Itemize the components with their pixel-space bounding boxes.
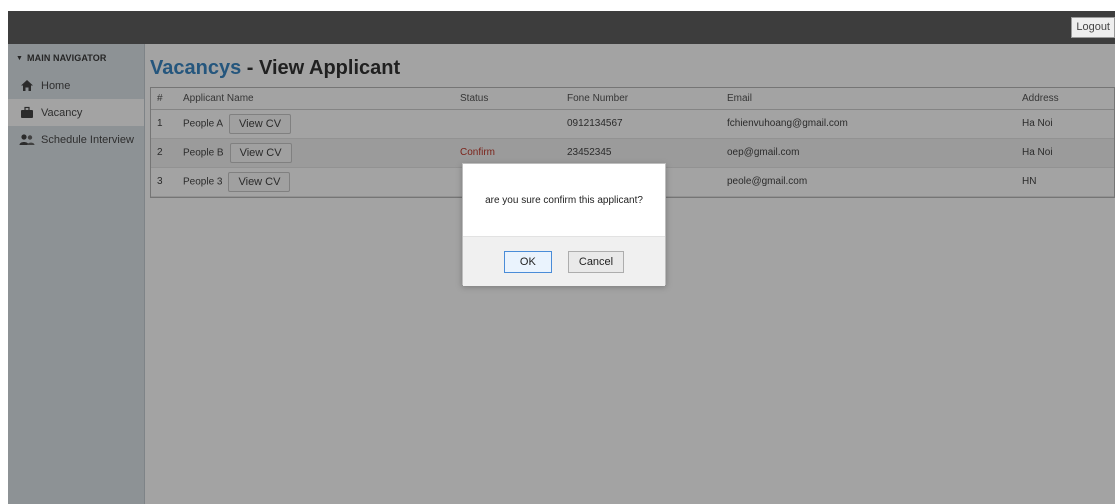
confirm-dialog: are you sure confirm this applicant? OK … [462,163,666,286]
dialog-message: are you sure confirm this applicant? [485,194,643,206]
cancel-button[interactable]: Cancel [567,250,625,273]
logout-button[interactable]: Logout [1071,17,1115,38]
ok-button[interactable]: OK [503,250,552,273]
top-bar: Logout [8,11,1115,44]
app-window: Logout ▼ MAIN NAVIGATOR Home Vacancy Sch… [0,0,1115,504]
dialog-footer: OK Cancel [463,236,665,286]
